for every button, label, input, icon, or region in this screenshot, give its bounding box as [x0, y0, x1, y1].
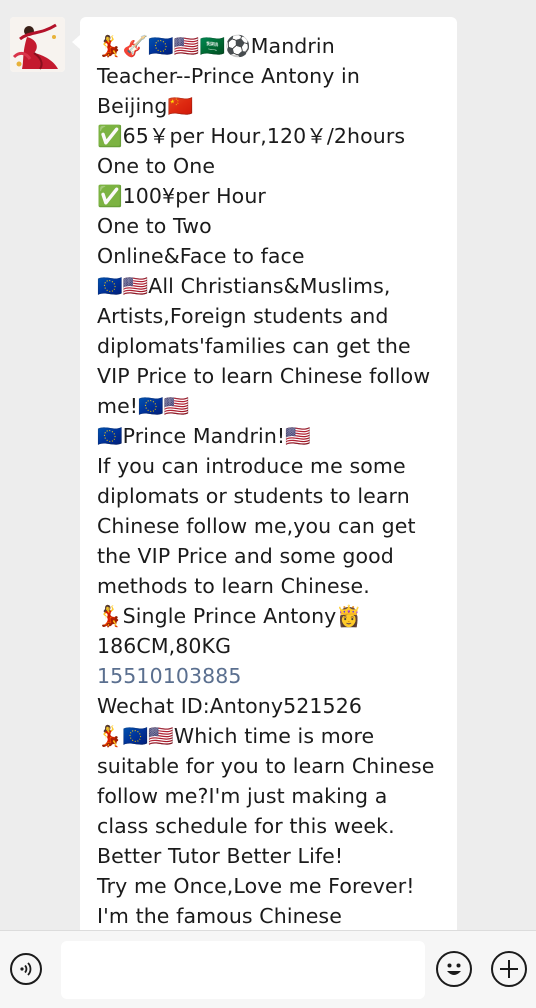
- message-line: 💃Single Prince Antony👸: [97, 604, 363, 628]
- message-line: VIP Price to learn Chinese follow: [97, 364, 431, 388]
- message-line: Chinese follow me,you can get: [97, 514, 416, 538]
- message-line: Wechat ID:Antony521526: [97, 694, 362, 718]
- message-line: 🇪🇺Prince Mandrin!🇺🇸: [97, 424, 311, 448]
- message-line: 💃🎸🇪🇺🇺🇸🇸🇦⚽Mandrin: [97, 34, 335, 58]
- message-line: 186CM,80KG: [97, 634, 232, 658]
- sender-avatar[interactable]: [10, 17, 65, 72]
- message-line: I'm the famous Chinese: [97, 904, 342, 928]
- message-line: ✅65￥per Hour,120￥/2hours: [97, 124, 406, 148]
- message-line: One to One: [97, 154, 216, 178]
- message-line: me!🇪🇺🇺🇸: [97, 394, 190, 418]
- message-line: Online&Face to face: [97, 244, 305, 268]
- message-line: Teacher--Prince Antony in: [97, 64, 360, 88]
- plus-icon[interactable]: [491, 951, 527, 987]
- message-line: the VIP Price and some good: [97, 544, 394, 568]
- message-line: diplomats'families can get the: [97, 334, 411, 358]
- voice-icon[interactable]: [10, 953, 42, 985]
- message-line: suitable for you to learn Chinese: [97, 754, 435, 778]
- chat-area: 💃🎸🇪🇺🇺🇸🇸🇦⚽Mandrin Teacher--Prince Antony i…: [0, 0, 536, 930]
- message-line: methods to learn Chinese.: [97, 574, 370, 598]
- message-line: 💃🇪🇺🇺🇸Which time is more: [97, 724, 375, 748]
- input-bar: [0, 930, 536, 1008]
- message-line: ✅100¥per Hour: [97, 184, 266, 208]
- message-line: follow me?I'm just making a: [97, 784, 388, 808]
- message-line: class schedule for this week.: [97, 814, 395, 838]
- message-line: Try me Once,Love me Forever!: [97, 874, 415, 898]
- message-line: Artists,Foreign students and: [97, 304, 389, 328]
- message-bubble[interactable]: 💃🎸🇪🇺🇺🇸🇸🇦⚽Mandrin Teacher--Prince Antony i…: [72, 17, 457, 930]
- message-text: 💃🎸🇪🇺🇺🇸🇸🇦⚽Mandrin Teacher--Prince Antony i…: [97, 31, 447, 930]
- message-line: Better Tutor Better Life!: [97, 844, 344, 868]
- emoji-icon[interactable]: [436, 951, 472, 987]
- message-line: One to Two: [97, 214, 212, 238]
- phone-number-link[interactable]: 15510103885: [97, 661, 447, 691]
- message-input[interactable]: [61, 941, 425, 999]
- message-line: diplomats or students to learn: [97, 484, 410, 508]
- message-line: 🇪🇺🇺🇸All Christians&Muslims,: [97, 274, 391, 298]
- message-line: If you can introduce me some: [97, 454, 406, 478]
- message-line: Beijing🇨🇳: [97, 94, 194, 118]
